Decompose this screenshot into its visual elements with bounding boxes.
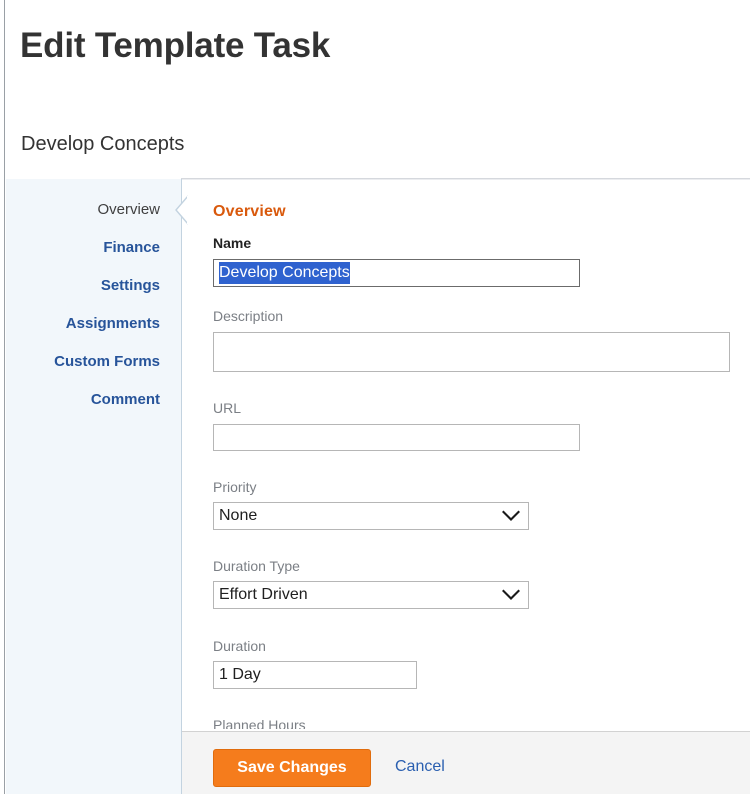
duration-type-select-value: Effort Driven bbox=[219, 582, 308, 608]
sidebar-item-settings[interactable]: Settings bbox=[101, 277, 160, 294]
task-name-subtitle: Develop Concepts bbox=[21, 133, 184, 156]
name-label: Name bbox=[213, 235, 251, 251]
dialog-footer: Save Changes Cancel bbox=[182, 731, 750, 794]
save-changes-button[interactable]: Save Changes bbox=[213, 749, 371, 787]
tab-rail: Overview Finance Settings Assignments Cu… bbox=[6, 179, 182, 794]
duration-input[interactable] bbox=[213, 661, 417, 689]
sidebar-item-finance[interactable]: Finance bbox=[103, 239, 160, 256]
description-label: Description bbox=[213, 308, 283, 324]
priority-label: Priority bbox=[213, 479, 257, 495]
name-input-value: Develop Concepts bbox=[219, 262, 350, 284]
cancel-link[interactable]: Cancel bbox=[395, 758, 445, 776]
edit-template-task-dialog: Edit Template Task Develop Concepts Over… bbox=[0, 0, 750, 794]
window-left-edge bbox=[0, 0, 5, 794]
description-input[interactable] bbox=[213, 332, 730, 372]
section-heading: Overview bbox=[213, 203, 286, 221]
sidebar-item-comment[interactable]: Comment bbox=[91, 391, 160, 408]
sidebar-item-custom-forms[interactable]: Custom Forms bbox=[54, 353, 160, 370]
name-input[interactable]: Develop Concepts bbox=[213, 259, 580, 287]
dialog-header: Edit Template Task Develop Concepts bbox=[6, 0, 750, 178]
sidebar-item-label: Overview bbox=[97, 201, 160, 218]
sidebar-item-label: Assignments bbox=[66, 315, 160, 332]
sidebar-item-label: Settings bbox=[101, 277, 160, 294]
priority-select-value: None bbox=[219, 503, 257, 529]
priority-select[interactable]: None bbox=[213, 502, 529, 530]
duration-type-label: Duration Type bbox=[213, 558, 300, 574]
url-input[interactable] bbox=[213, 424, 580, 451]
duration-type-select[interactable]: Effort Driven bbox=[213, 581, 529, 609]
sidebar-item-assignments[interactable]: Assignments bbox=[66, 315, 160, 332]
url-label: URL bbox=[213, 400, 241, 416]
overview-form-panel: Overview Name Develop Concepts Descripti… bbox=[182, 180, 750, 729]
footer-rail-strip bbox=[6, 731, 182, 794]
sidebar-item-label: Comment bbox=[91, 391, 160, 408]
planned-hours-label: Planned Hours bbox=[213, 717, 306, 729]
sidebar-item-label: Finance bbox=[103, 239, 160, 256]
sidebar-item-label: Custom Forms bbox=[54, 353, 160, 370]
chevron-down-icon bbox=[502, 511, 520, 522]
duration-label: Duration bbox=[213, 638, 266, 654]
sidebar-item-overview[interactable]: Overview bbox=[97, 201, 160, 218]
page-title: Edit Template Task bbox=[20, 26, 330, 66]
chevron-down-icon bbox=[502, 590, 520, 601]
